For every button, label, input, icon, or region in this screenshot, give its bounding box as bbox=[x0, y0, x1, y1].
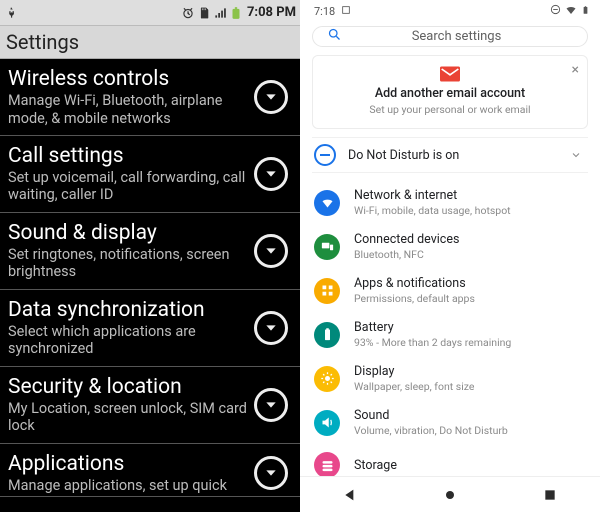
chevron-down-icon bbox=[254, 388, 288, 422]
item-title: Security & location bbox=[8, 375, 250, 399]
chevron-down-icon bbox=[254, 80, 288, 114]
settings-item[interactable]: Display Wallpaper, sleep, font size bbox=[312, 357, 588, 400]
item-title: Connected devices bbox=[354, 232, 584, 247]
item-title: Network & internet bbox=[354, 188, 584, 203]
dnd-label: Do Not Disturb is on bbox=[348, 148, 558, 163]
usb-icon bbox=[4, 6, 18, 20]
settings-list: Wireless controls Manage Wi-Fi, Bluetoot… bbox=[0, 59, 300, 512]
settings-item[interactable]: Battery 93% - More than 2 days remaining bbox=[312, 313, 588, 356]
item-title: Data synchronization bbox=[8, 298, 250, 322]
item-subtitle: Set up voicemail, call forwarding, call … bbox=[8, 169, 250, 204]
item-subtitle: Manage Wi-Fi, Bluetooth, airplane mode, … bbox=[8, 92, 250, 127]
item-subtitle: 93% - More than 2 days remaining bbox=[354, 336, 584, 349]
dnd-status-icon bbox=[550, 4, 561, 18]
dnd-icon bbox=[314, 144, 336, 166]
status-time: 7:18 bbox=[314, 5, 335, 18]
search-settings[interactable]: Search settings bbox=[312, 26, 588, 47]
card-title: Add another email account bbox=[325, 86, 575, 101]
suggestion-card[interactable]: × Add another email account Set up your … bbox=[312, 55, 588, 129]
chevron-down-icon bbox=[254, 456, 288, 490]
item-title: Applications bbox=[8, 452, 250, 476]
settings-item[interactable]: Call settings Set up voicemail, call for… bbox=[0, 136, 300, 213]
battery-icon bbox=[229, 6, 243, 20]
sd-icon bbox=[197, 6, 211, 20]
display-icon bbox=[314, 366, 340, 392]
search-icon bbox=[327, 27, 342, 46]
item-subtitle: Select which applications are synchroniz… bbox=[8, 323, 250, 358]
item-subtitle: Set ringtones, notifications, screen bri… bbox=[8, 246, 250, 281]
settings-list: Network & internet Wi-Fi, mobile, data u… bbox=[312, 181, 588, 476]
settings-item[interactable]: Data synchronization Select which applic… bbox=[0, 290, 300, 367]
recents-button[interactable] bbox=[542, 487, 558, 503]
settings-item[interactable]: Security & location My Location, screen … bbox=[0, 367, 300, 444]
item-title: Storage bbox=[354, 458, 584, 473]
battery-icon bbox=[581, 4, 590, 19]
close-icon[interactable]: × bbox=[572, 62, 579, 78]
item-subtitle: Manage applications, set up quick bbox=[8, 477, 250, 494]
settings-item[interactable]: Apps & notifications Permissions, defaul… bbox=[312, 269, 588, 312]
item-title: Apps & notifications bbox=[354, 276, 584, 291]
item-subtitle: Wi-Fi, mobile, data usage, hotspot bbox=[354, 204, 584, 217]
old-android-screen: 7:08 PM Settings Wireless controls Manag… bbox=[0, 0, 300, 512]
settings-item[interactable]: Network & internet Wi-Fi, mobile, data u… bbox=[312, 181, 588, 224]
item-title: Sound & display bbox=[8, 221, 250, 245]
devices-icon bbox=[314, 234, 340, 260]
item-title: Call settings bbox=[8, 144, 250, 168]
item-subtitle: My Location, screen unlock, SIM card loc… bbox=[8, 400, 250, 435]
card-subtitle: Set up your personal or work email bbox=[325, 103, 575, 116]
alarm-icon bbox=[181, 6, 195, 20]
navigation-bar bbox=[300, 476, 600, 512]
back-button[interactable] bbox=[342, 487, 358, 503]
apps-icon bbox=[314, 278, 340, 304]
wifi-icon bbox=[565, 4, 577, 19]
page-title: Settings bbox=[0, 26, 300, 59]
signal-icon bbox=[213, 6, 227, 20]
chevron-down-icon bbox=[254, 157, 288, 191]
status-bar: 7:18 bbox=[300, 0, 600, 22]
battery-icon bbox=[314, 322, 340, 348]
mail-icon bbox=[440, 66, 460, 82]
settings-item[interactable]: Applications Manage applications, set up… bbox=[0, 444, 300, 498]
status-time: 7:08 PM bbox=[247, 5, 296, 20]
chevron-down-icon bbox=[570, 146, 582, 165]
storage-icon bbox=[314, 452, 340, 476]
settings-item[interactable]: Connected devices Bluetooth, NFC bbox=[312, 225, 588, 268]
modern-android-screen: 7:18 Search settings × bbox=[300, 0, 600, 512]
search-placeholder: Search settings bbox=[360, 29, 573, 44]
settings-item[interactable]: Wireless controls Manage Wi-Fi, Bluetoot… bbox=[0, 59, 300, 136]
chevron-down-icon bbox=[254, 234, 288, 268]
item-subtitle: Wallpaper, sleep, font size bbox=[354, 380, 584, 393]
item-subtitle: Permissions, default apps bbox=[354, 292, 584, 305]
chevron-down-icon bbox=[254, 311, 288, 345]
item-title: Display bbox=[354, 364, 584, 379]
dnd-banner[interactable]: Do Not Disturb is on bbox=[312, 137, 588, 173]
item-title: Battery bbox=[354, 320, 584, 335]
screenshot-icon bbox=[341, 5, 351, 18]
settings-item[interactable]: Sound & display Set ringtones, notificat… bbox=[0, 213, 300, 290]
item-title: Sound bbox=[354, 408, 584, 423]
home-button[interactable] bbox=[442, 487, 458, 503]
settings-item[interactable]: Sound Volume, vibration, Do Not Disturb bbox=[312, 401, 588, 444]
settings-item[interactable]: Storage bbox=[312, 445, 588, 476]
item-title: Wireless controls bbox=[8, 67, 250, 91]
sound-icon bbox=[314, 410, 340, 436]
item-subtitle: Bluetooth, NFC bbox=[354, 248, 584, 261]
wifi-icon bbox=[314, 190, 340, 216]
item-subtitle: Volume, vibration, Do Not Disturb bbox=[354, 424, 584, 437]
status-bar: 7:08 PM bbox=[0, 0, 300, 26]
